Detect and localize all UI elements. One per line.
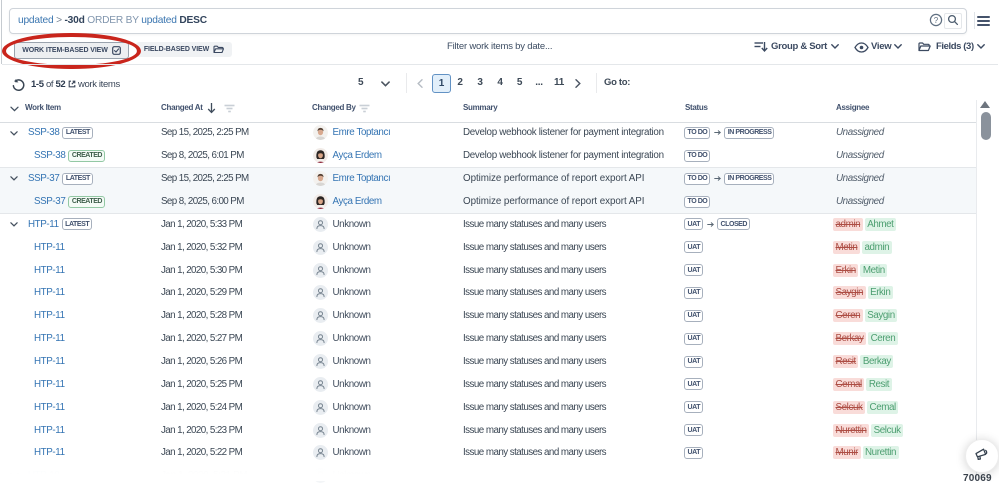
svg-text:?: ? <box>934 16 939 25</box>
